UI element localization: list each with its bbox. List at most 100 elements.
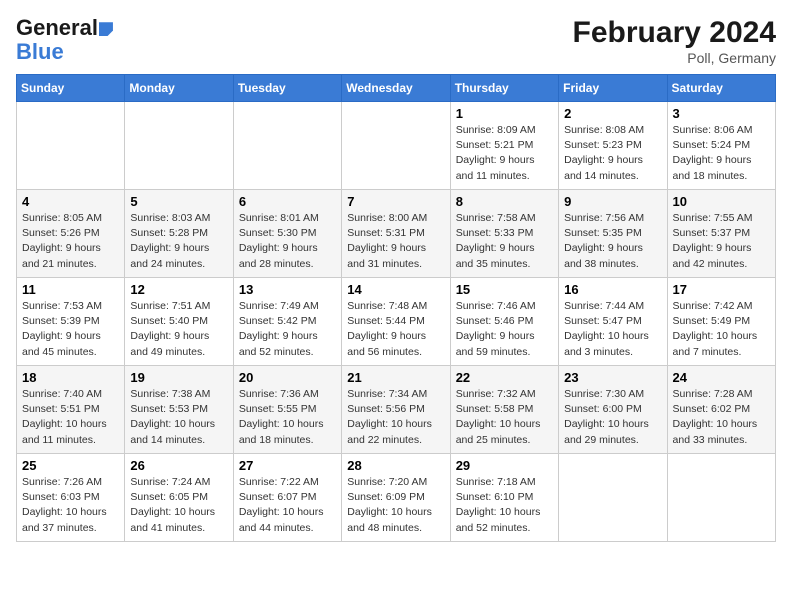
day-info: Sunrise: 7:38 AM Sunset: 5:53 PM Dayligh… xyxy=(130,387,227,448)
day-info: Sunrise: 7:28 AM Sunset: 6:02 PM Dayligh… xyxy=(673,387,770,448)
calendar-table: SundayMondayTuesdayWednesdayThursdayFrid… xyxy=(16,74,776,542)
calendar-cell: 19 Sunrise: 7:38 AM Sunset: 5:53 PM Dayli… xyxy=(125,366,233,454)
calendar-cell: 11Sunrise: 7:53 AM Sunset: 5:39 PM Dayli… xyxy=(17,278,125,366)
day-info: Sunrise: 7:58 AM Sunset: 5:33 PM Dayligh… xyxy=(456,211,553,272)
logo-general: General xyxy=(16,15,98,40)
logo-blue: Blue xyxy=(16,40,116,64)
weekday-header-monday: Monday xyxy=(125,75,233,102)
calendar-body: 1Sunrise: 8:09 AM Sunset: 5:21 PM Daylig… xyxy=(17,102,776,542)
day-number: 28 xyxy=(347,458,444,473)
title-area: February 2024 Poll, Germany xyxy=(573,16,776,66)
calendar-cell: 4Sunrise: 8:05 AM Sunset: 5:26 PM Daylig… xyxy=(17,190,125,278)
weekday-header-tuesday: Tuesday xyxy=(233,75,341,102)
day-number: 8 xyxy=(456,194,553,209)
calendar-cell: 16 Sunrise: 7:44 AM Sunset: 5:47 PM Dayli… xyxy=(559,278,667,366)
day-info: Sunrise: 8:01 AM Sunset: 5:30 PM Dayligh… xyxy=(239,211,336,272)
calendar-cell: 12 Sunrise: 7:51 AM Sunset: 5:40 PM Dayli… xyxy=(125,278,233,366)
calendar-cell: 17 Sunrise: 7:42 AM Sunset: 5:49 PM Dayli… xyxy=(667,278,775,366)
day-number: 13 xyxy=(239,282,336,297)
day-info: Sunrise: 7:36 AM Sunset: 5:55 PM Dayligh… xyxy=(239,387,336,448)
calendar-cell xyxy=(125,102,233,190)
day-number: 14 xyxy=(347,282,444,297)
day-info: Sunrise: 8:08 AM Sunset: 5:23 PM Dayligh… xyxy=(564,123,661,184)
day-info: Sunrise: 7:44 AM Sunset: 5:47 PM Dayligh… xyxy=(564,299,661,360)
calendar-cell xyxy=(667,454,775,542)
day-number: 16 xyxy=(564,282,661,297)
logo-icon xyxy=(99,22,113,36)
weekday-header-sunday: Sunday xyxy=(17,75,125,102)
day-number: 17 xyxy=(673,282,770,297)
calendar-cell: 22Sunrise: 7:32 AM Sunset: 5:58 PM Dayli… xyxy=(450,366,558,454)
calendar-cell: 24 Sunrise: 7:28 AM Sunset: 6:02 PM Dayli… xyxy=(667,366,775,454)
day-info: Sunrise: 7:55 AM Sunset: 5:37 PM Dayligh… xyxy=(673,211,770,272)
calendar-cell: 7 Sunrise: 8:00 AM Sunset: 5:31 PM Daylig… xyxy=(342,190,450,278)
day-number: 7 xyxy=(347,194,444,209)
calendar-week-2: 4Sunrise: 8:05 AM Sunset: 5:26 PM Daylig… xyxy=(17,190,776,278)
calendar-week-4: 18Sunrise: 7:40 AM Sunset: 5:51 PM Dayli… xyxy=(17,366,776,454)
day-number: 3 xyxy=(673,106,770,121)
day-info: Sunrise: 8:00 AM Sunset: 5:31 PM Dayligh… xyxy=(347,211,444,272)
calendar-cell: 15 Sunrise: 7:46 AM Sunset: 5:46 PM Dayli… xyxy=(450,278,558,366)
day-info: Sunrise: 7:34 AM Sunset: 5:56 PM Dayligh… xyxy=(347,387,444,448)
calendar-cell: 2 Sunrise: 8:08 AM Sunset: 5:23 PM Daylig… xyxy=(559,102,667,190)
day-number: 18 xyxy=(22,370,119,385)
day-number: 5 xyxy=(130,194,227,209)
calendar-cell: 28 Sunrise: 7:20 AM Sunset: 6:09 PM Dayli… xyxy=(342,454,450,542)
day-number: 20 xyxy=(239,370,336,385)
day-info: Sunrise: 7:30 AM Sunset: 6:00 PM Dayligh… xyxy=(564,387,661,448)
weekday-header-friday: Friday xyxy=(559,75,667,102)
calendar-cell xyxy=(17,102,125,190)
calendar-cell: 13 Sunrise: 7:49 AM Sunset: 5:42 PM Dayli… xyxy=(233,278,341,366)
calendar-cell: 29Sunrise: 7:18 AM Sunset: 6:10 PM Dayli… xyxy=(450,454,558,542)
page-header: General Blue February 2024 Poll, Germany xyxy=(16,16,776,66)
day-number: 1 xyxy=(456,106,553,121)
day-number: 12 xyxy=(130,282,227,297)
day-info: Sunrise: 8:06 AM Sunset: 5:24 PM Dayligh… xyxy=(673,123,770,184)
day-number: 25 xyxy=(22,458,119,473)
logo: General Blue xyxy=(16,16,116,64)
calendar-cell: 26 Sunrise: 7:24 AM Sunset: 6:05 PM Dayli… xyxy=(125,454,233,542)
month-year: February 2024 xyxy=(573,16,776,50)
calendar-cell: 27 Sunrise: 7:22 AM Sunset: 6:07 PM Dayli… xyxy=(233,454,341,542)
day-info: Sunrise: 7:20 AM Sunset: 6:09 PM Dayligh… xyxy=(347,475,444,536)
day-info: Sunrise: 7:18 AM Sunset: 6:10 PM Dayligh… xyxy=(456,475,553,536)
calendar-week-5: 25 Sunrise: 7:26 AM Sunset: 6:03 PM Dayli… xyxy=(17,454,776,542)
weekday-header-row: SundayMondayTuesdayWednesdayThursdayFrid… xyxy=(17,75,776,102)
day-info: Sunrise: 7:51 AM Sunset: 5:40 PM Dayligh… xyxy=(130,299,227,360)
calendar-cell: 14Sunrise: 7:48 AM Sunset: 5:44 PM Dayli… xyxy=(342,278,450,366)
day-number: 2 xyxy=(564,106,661,121)
day-info: Sunrise: 7:32 AM Sunset: 5:58 PM Dayligh… xyxy=(456,387,553,448)
weekday-header-saturday: Saturday xyxy=(667,75,775,102)
day-info: Sunrise: 8:05 AM Sunset: 5:26 PM Dayligh… xyxy=(22,211,119,272)
day-info: Sunrise: 7:22 AM Sunset: 6:07 PM Dayligh… xyxy=(239,475,336,536)
day-info: Sunrise: 7:24 AM Sunset: 6:05 PM Dayligh… xyxy=(130,475,227,536)
weekday-header-thursday: Thursday xyxy=(450,75,558,102)
calendar-cell: 1Sunrise: 8:09 AM Sunset: 5:21 PM Daylig… xyxy=(450,102,558,190)
day-number: 15 xyxy=(456,282,553,297)
calendar-cell: 23Sunrise: 7:30 AM Sunset: 6:00 PM Dayli… xyxy=(559,366,667,454)
calendar-cell: 8 Sunrise: 7:58 AM Sunset: 5:33 PM Daylig… xyxy=(450,190,558,278)
calendar-cell: 5 Sunrise: 8:03 AM Sunset: 5:28 PM Daylig… xyxy=(125,190,233,278)
day-info: Sunrise: 7:26 AM Sunset: 6:03 PM Dayligh… xyxy=(22,475,119,536)
day-number: 26 xyxy=(130,458,227,473)
day-info: Sunrise: 7:46 AM Sunset: 5:46 PM Dayligh… xyxy=(456,299,553,360)
day-number: 10 xyxy=(673,194,770,209)
calendar-cell: 21Sunrise: 7:34 AM Sunset: 5:56 PM Dayli… xyxy=(342,366,450,454)
calendar-cell: 9 Sunrise: 7:56 AM Sunset: 5:35 PM Daylig… xyxy=(559,190,667,278)
day-number: 6 xyxy=(239,194,336,209)
day-number: 9 xyxy=(564,194,661,209)
day-number: 27 xyxy=(239,458,336,473)
location: Poll, Germany xyxy=(573,50,776,66)
day-number: 19 xyxy=(130,370,227,385)
calendar-cell: 25 Sunrise: 7:26 AM Sunset: 6:03 PM Dayli… xyxy=(17,454,125,542)
day-info: Sunrise: 7:42 AM Sunset: 5:49 PM Dayligh… xyxy=(673,299,770,360)
day-info: Sunrise: 7:53 AM Sunset: 5:39 PM Dayligh… xyxy=(22,299,119,360)
calendar-cell: 3 Sunrise: 8:06 AM Sunset: 5:24 PM Daylig… xyxy=(667,102,775,190)
day-info: Sunrise: 8:03 AM Sunset: 5:28 PM Dayligh… xyxy=(130,211,227,272)
day-info: Sunrise: 7:49 AM Sunset: 5:42 PM Dayligh… xyxy=(239,299,336,360)
weekday-header-wednesday: Wednesday xyxy=(342,75,450,102)
day-number: 24 xyxy=(673,370,770,385)
calendar-week-1: 1Sunrise: 8:09 AM Sunset: 5:21 PM Daylig… xyxy=(17,102,776,190)
calendar-cell: 18Sunrise: 7:40 AM Sunset: 5:51 PM Dayli… xyxy=(17,366,125,454)
day-info: Sunrise: 7:56 AM Sunset: 5:35 PM Dayligh… xyxy=(564,211,661,272)
